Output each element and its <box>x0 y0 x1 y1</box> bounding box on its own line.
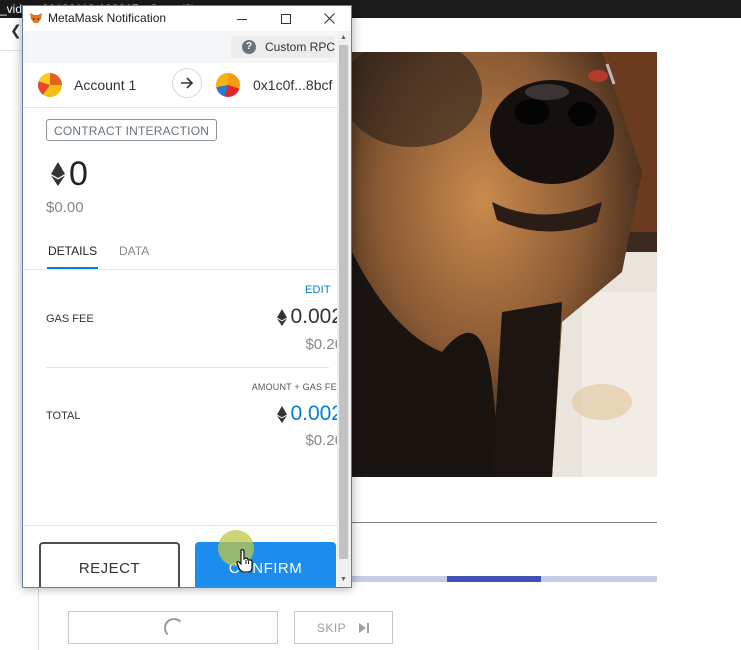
network-label: Custom RPC <box>265 40 336 54</box>
gas-fee-label: GAS FEE <box>46 313 94 325</box>
background-divider <box>352 522 657 523</box>
reject-button[interactable]: REJECT <box>39 542 180 587</box>
scroll-down-icon[interactable]: ▼ <box>340 576 347 584</box>
metamask-titlebar: MetaMask Notification <box>23 6 351 31</box>
gas-fee-eth-row: 0.002 <box>277 305 343 329</box>
network-bar: ? Custom RPC <box>23 31 337 63</box>
hand-cursor-icon <box>236 549 253 573</box>
dog-photo <box>352 52 657 477</box>
total-heading: AMOUNT + GAS FEE <box>251 382 343 392</box>
confirm-button[interactable]: CONFIRM <box>195 542 336 587</box>
ethereum-icon <box>51 162 65 186</box>
sender-identicon <box>38 73 62 97</box>
recipient-identicon <box>216 73 240 97</box>
metamask-notification-window: MetaMask Notification ? Custom RPC Accou… <box>22 5 352 588</box>
sender-name[interactable]: Account 1 <box>74 63 136 107</box>
skip-button[interactable]: SKIP <box>294 611 393 644</box>
scroll-up-icon[interactable]: ▲ <box>340 34 347 42</box>
arrow-right-icon <box>172 68 202 98</box>
metamask-fox-icon <box>30 13 42 23</box>
eth-amount-row: 0 <box>51 154 88 194</box>
minimize-icon[interactable] <box>220 6 264 31</box>
ethereum-icon <box>277 308 288 326</box>
tab-details[interactable]: DETAILS <box>47 236 99 269</box>
eth-amount: 0 <box>69 154 88 193</box>
confirm-transaction-page: ? Custom RPC Account 1 0x1c0f...8bcf CON… <box>23 31 351 587</box>
ethereum-icon <box>277 405 288 423</box>
sender-recipient-row: Account 1 0x1c0f...8bcf <box>23 63 337 108</box>
tabs: DETAILS DATA <box>23 236 337 270</box>
scrollbar[interactable]: ▲ ▼ <box>337 31 351 587</box>
gas-fee-eth: 0.002 <box>290 305 343 328</box>
loading-spinner-icon <box>164 618 184 638</box>
scrollbar-thumb[interactable] <box>339 45 348 559</box>
video-progress-fill <box>446 576 542 582</box>
close-icon[interactable] <box>307 6 351 31</box>
tab-data[interactable]: DATA <box>119 236 149 269</box>
video-progress-bar[interactable] <box>352 576 657 582</box>
skip-next-icon <box>359 622 370 633</box>
total-eth-row: 0.002 <box>277 402 343 426</box>
window-title: MetaMask Notification <box>48 11 167 25</box>
footer-buttons: REJECT CONFIRM <box>23 525 337 587</box>
fiat-amount: $0.00 <box>46 199 84 216</box>
total-label: TOTAL <box>46 410 81 422</box>
transaction-action-badge: CONTRACT INTERACTION <box>46 119 218 141</box>
total-eth: 0.002 <box>290 402 343 425</box>
network-selector[interactable]: ? Custom RPC <box>231 36 335 58</box>
details-divider <box>46 367 329 368</box>
edit-gas-link[interactable]: EDIT <box>305 284 331 296</box>
skip-label: SKIP <box>316 620 347 635</box>
loading-box <box>68 611 278 644</box>
recipient-address[interactable]: 0x1c0f...8bcf <box>253 63 332 107</box>
back-arrow-icon[interactable]: ❮ <box>10 22 22 39</box>
help-icon: ? <box>242 40 256 54</box>
maximize-icon[interactable] <box>264 6 308 31</box>
